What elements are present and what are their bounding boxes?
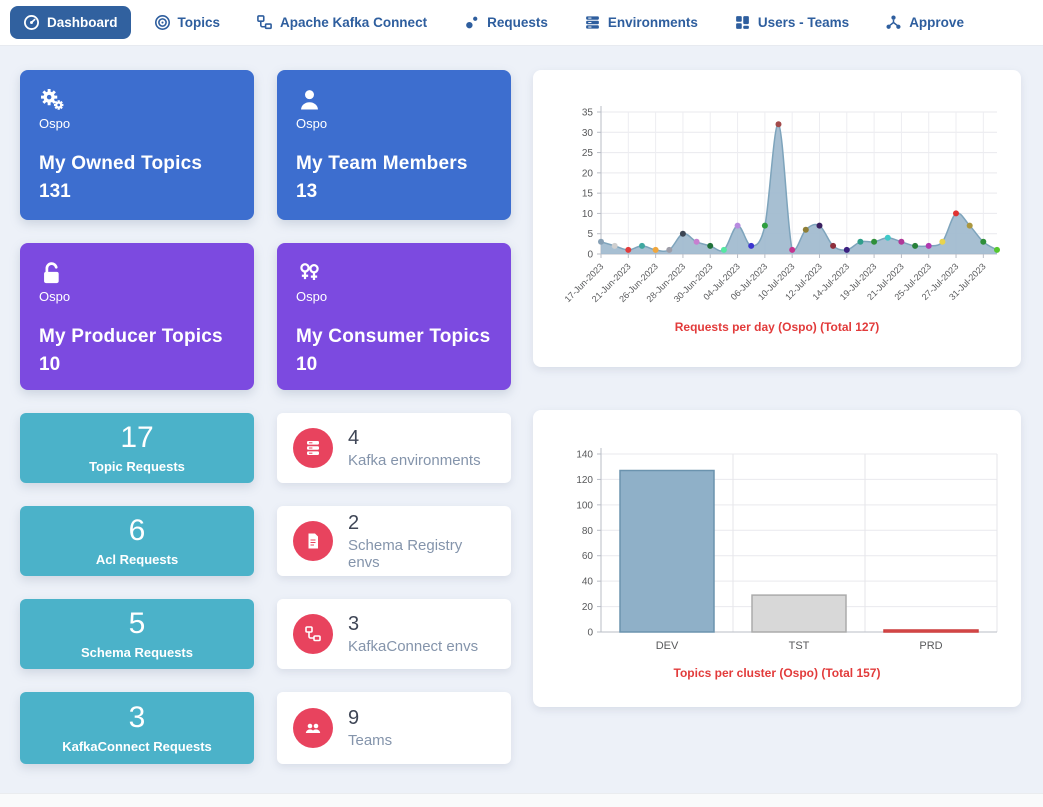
nav-item-topics[interactable]: Topics [141, 6, 234, 39]
svg-text:20: 20 [582, 602, 594, 613]
svg-text:60: 60 [582, 551, 594, 562]
server-stack-icon [293, 428, 333, 468]
card-value: 10 [296, 354, 492, 376]
request-label: Acl Requests [96, 552, 178, 567]
nav-item-approve[interactable]: Approve [872, 6, 977, 39]
nav-item-users-teams[interactable]: Users - Teams [721, 6, 862, 39]
svg-text:5: 5 [587, 229, 593, 240]
environment-count: 9 [348, 707, 392, 730]
request-label: Topic Requests [89, 459, 185, 474]
nav-item-label: Apache Kafka Connect [280, 15, 427, 30]
svg-text:DEV: DEV [656, 640, 679, 652]
card-title: My Producer Topics [39, 326, 235, 348]
svg-text:PRD: PRD [919, 640, 942, 652]
summary-card-my-owned-topics[interactable]: Ospo My Owned Topics 131 [20, 70, 254, 220]
stats-grid: Ospo My Owned Topics 131 Ospo My Team Me… [20, 70, 511, 764]
nav-item-environments[interactable]: Environments [571, 6, 711, 39]
request-count-card[interactable]: 6 Acl Requests [20, 506, 254, 576]
team-label: Ospo [296, 289, 492, 304]
card-value: 10 [39, 354, 235, 376]
environment-card[interactable]: 9 Teams [277, 692, 511, 764]
environment-label: Schema Registry envs [348, 537, 495, 571]
environment-label: Kafka environments [348, 452, 481, 469]
nav-item-label: Approve [909, 15, 964, 30]
nav-item-label: Users - Teams [758, 15, 849, 30]
environment-count: 4 [348, 427, 481, 450]
person-icon [296, 87, 323, 114]
users-teams-icon [734, 14, 751, 31]
nav-item-dashboard[interactable]: Dashboard [10, 6, 131, 39]
svg-text:80: 80 [582, 526, 594, 537]
svg-text:15: 15 [582, 189, 594, 200]
footer [0, 793, 1043, 807]
request-count-card[interactable]: 17 Topic Requests [20, 413, 254, 483]
nav-item-label: Environments [608, 15, 698, 30]
summary-card-my-consumer-topics[interactable]: Ospo My Consumer Topics 10 [277, 243, 511, 390]
nav-item-apache-kafka-connect[interactable]: Apache Kafka Connect [243, 6, 440, 39]
environment-card[interactable]: 3 KafkaConnect envs [277, 599, 511, 669]
environment-label: Teams [348, 732, 392, 749]
approve-icon [885, 14, 902, 31]
requests-icon [463, 14, 480, 31]
svg-text:140: 140 [576, 450, 593, 461]
requests-per-day-title: Requests per day (Ospo) (Total 127) [545, 320, 1009, 334]
request-count: 17 [120, 423, 153, 453]
environment-card[interactable]: 4 Kafka environments [277, 413, 511, 483]
environment-card[interactable]: 2 Schema Registry envs [277, 506, 511, 576]
svg-text:0: 0 [587, 628, 593, 639]
people-icon [293, 708, 333, 748]
requests-per-day-card: 0510152025303517-Jun-202321-Jun-202326-J… [533, 70, 1021, 367]
unlock-icon [39, 260, 66, 287]
nav-item-label: Requests [487, 15, 548, 30]
card-value: 13 [296, 181, 492, 203]
requests-per-day-chart: 0510152025303517-Jun-202321-Jun-202326-J… [545, 84, 1009, 316]
dashboard-icon [23, 14, 40, 31]
card-value: 131 [39, 181, 235, 203]
svg-text:10: 10 [582, 209, 594, 220]
kafka-connect-icon [256, 14, 273, 31]
environments-icon [584, 14, 601, 31]
team-label: Ospo [39, 116, 235, 131]
charts-column: 0510152025303517-Jun-202321-Jun-202326-J… [533, 70, 1021, 764]
svg-text:100: 100 [576, 500, 593, 511]
summary-card-my-producer-topics[interactable]: Ospo My Producer Topics 10 [20, 243, 254, 390]
card-title: My Consumer Topics [296, 326, 492, 348]
request-count-card[interactable]: 3 KafkaConnect Requests [20, 692, 254, 764]
team-label: Ospo [39, 289, 235, 304]
nav-item-requests[interactable]: Requests [450, 6, 561, 39]
summary-card-my-team-members[interactable]: Ospo My Team Members 13 [277, 70, 511, 220]
gears-icon [39, 87, 66, 114]
topics-per-cluster-chart: 0 20 40 60 80 100 120 140 DEV TST PRD [545, 424, 1009, 662]
svg-text:40: 40 [582, 577, 594, 588]
navbar: Dashboard Topics Apache Kafka Connect Re… [0, 0, 1043, 46]
dashboard-main: Ospo My Owned Topics 131 Ospo My Team Me… [0, 46, 1043, 764]
topics-icon [154, 14, 171, 31]
consumers-icon [296, 260, 323, 287]
request-label: KafkaConnect Requests [62, 739, 212, 754]
request-count-card[interactable]: 5 Schema Requests [20, 599, 254, 669]
topics-per-cluster-title: Topics per cluster (Ospo) (Total 157) [545, 666, 1009, 680]
svg-text:120: 120 [576, 475, 593, 486]
connect-nodes-icon [293, 614, 333, 654]
topics-per-cluster-card: 0 20 40 60 80 100 120 140 DEV TST PRD Topics per c… [533, 410, 1021, 707]
request-count: 6 [129, 516, 146, 546]
svg-text:TST: TST [789, 640, 810, 652]
request-count: 3 [129, 703, 146, 733]
svg-text:25: 25 [582, 148, 594, 159]
request-label: Schema Requests [81, 645, 193, 660]
environment-count: 3 [348, 613, 478, 636]
team-label: Ospo [296, 116, 492, 131]
svg-text:35: 35 [582, 108, 594, 119]
svg-text:30: 30 [582, 128, 594, 139]
svg-text:20: 20 [582, 168, 594, 179]
request-count: 5 [129, 609, 146, 639]
environment-count: 2 [348, 512, 495, 535]
nav-item-label: Topics [178, 15, 221, 30]
card-title: My Owned Topics [39, 153, 235, 175]
svg-text:0: 0 [587, 250, 593, 261]
card-title: My Team Members [296, 153, 492, 175]
document-icon [293, 521, 333, 561]
environment-label: KafkaConnect envs [348, 638, 478, 655]
nav-item-label: Dashboard [47, 15, 118, 30]
